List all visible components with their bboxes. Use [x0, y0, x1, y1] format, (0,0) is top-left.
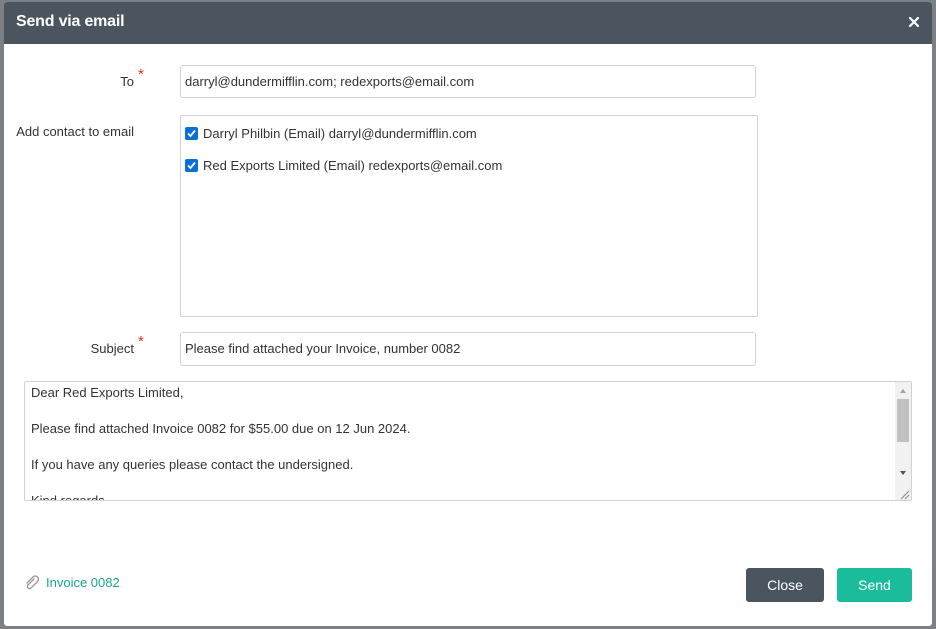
body-scrollbar[interactable]: [895, 382, 911, 500]
checkbox-darryl[interactable]: [185, 126, 198, 140]
resize-grip-icon[interactable]: [898, 487, 910, 500]
close-button[interactable]: Close: [746, 568, 824, 602]
email-body-textarea[interactable]: Dear Red Exports Limited, Please find at…: [24, 381, 912, 501]
add-contact-label: Add contact to email: [16, 124, 134, 139]
attachment-link[interactable]: Invoice 0082: [24, 574, 120, 590]
contact-item-red-exports[interactable]: Red Exports Limited (Email) redexports@e…: [185, 156, 502, 174]
body-line: Kind regards: [31, 493, 105, 501]
send-email-dialog: Send via email To * darryl@dundermifflin…: [4, 2, 932, 626]
subject-required-marker: *: [138, 333, 144, 350]
dialog-title: Send via email: [16, 13, 125, 30]
body-line: Please find attached Invoice 0082 for $5…: [31, 421, 411, 436]
send-button[interactable]: Send: [837, 568, 912, 602]
subject-label: Subject: [90, 341, 134, 356]
contact-label-red-exports: Red Exports Limited (Email) redexports@e…: [203, 157, 503, 173]
paperclip-icon: [24, 574, 42, 590]
contact-list[interactable]: Darryl Philbin (Email) darryl@dundermiff…: [180, 115, 758, 317]
to-label: To: [120, 74, 134, 89]
attachment-label: Invoice 0082: [46, 574, 120, 590]
to-field[interactable]: darryl@dundermifflin.com; redexports@ema…: [180, 65, 756, 98]
dialog-titlebar: Send via email: [4, 2, 932, 44]
checkbox-red-exports[interactable]: [185, 158, 198, 172]
body-line: If you have any queries please contact t…: [31, 457, 354, 472]
body-line: Dear Red Exports Limited,: [31, 385, 184, 400]
scroll-down-arrow-icon[interactable]: [895, 466, 911, 480]
contact-label-darryl: Darryl Philbin (Email) darryl@dundermiff…: [203, 125, 477, 141]
to-required-marker: *: [138, 66, 144, 83]
scroll-up-arrow-icon[interactable]: [895, 384, 911, 398]
close-icon[interactable]: [906, 14, 922, 30]
scroll-thumb[interactable]: [897, 399, 909, 442]
contact-item-darryl[interactable]: Darryl Philbin (Email) darryl@dundermiff…: [185, 124, 477, 142]
subject-field[interactable]: Please find attached your Invoice, numbe…: [180, 332, 756, 366]
